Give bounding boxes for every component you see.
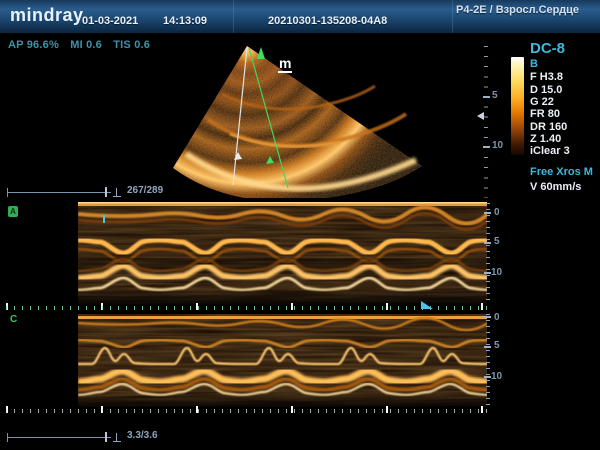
param-iclear: iClear 3 bbox=[530, 145, 570, 157]
m-mode-trace-1[interactable] bbox=[78, 202, 487, 310]
cine-track[interactable] bbox=[7, 192, 111, 193]
trace-1-depth-0: 0 bbox=[494, 207, 500, 218]
param-zoom: Z 1.40 bbox=[530, 133, 561, 145]
thermal-index: TIS 0.6 bbox=[113, 39, 150, 51]
probe-preset: P4-2E / Взросл.Сердце bbox=[456, 4, 579, 16]
trace-2-depth-ticks bbox=[486, 314, 490, 407]
cine-time-bar[interactable]: 3.3/3.6 bbox=[5, 429, 175, 443]
cine-frame-counter: 267/289 bbox=[127, 185, 163, 196]
active-cursor-icon[interactable] bbox=[257, 47, 265, 59]
titlebar-separator bbox=[452, 0, 453, 33]
depth-major-tick bbox=[483, 96, 490, 98]
trace-2-time-ruler-minor bbox=[6, 409, 487, 413]
depth-major-tick bbox=[484, 316, 491, 318]
param-framerate: FR 80 bbox=[530, 108, 560, 120]
cine-frame-bar[interactable]: 267/289 bbox=[5, 184, 175, 198]
cine-track[interactable] bbox=[7, 437, 111, 438]
sweep-speed: V 60mm/s bbox=[530, 181, 581, 193]
titlebar-separator bbox=[233, 0, 234, 33]
trace-1-depth-10: 10 bbox=[491, 267, 502, 278]
cine-end-marker-base bbox=[113, 441, 121, 442]
m-mode-trace-2-image bbox=[78, 314, 487, 407]
focus-position-icon[interactable] bbox=[477, 112, 484, 120]
trace-2-depth-10: 10 bbox=[491, 371, 502, 382]
mechanical-index: MI 0.6 bbox=[70, 39, 102, 51]
depth-major-tick bbox=[484, 272, 491, 274]
depth-major-tick bbox=[484, 212, 491, 214]
param-frequency: F H3.8 bbox=[530, 71, 563, 83]
param-gain: G 22 bbox=[530, 96, 554, 108]
depth-major-tick bbox=[484, 346, 491, 348]
depth-major-tick bbox=[484, 376, 491, 378]
acoustic-output-line: AP 96.6% MI 0.6 TIS 0.6 bbox=[8, 39, 158, 51]
exam-id: 20210301-135208-04A8 bbox=[268, 15, 387, 27]
param-depth: D 15.0 bbox=[530, 84, 562, 96]
trace-1-time-ruler-minor bbox=[6, 306, 487, 310]
b-mode-sector bbox=[170, 42, 428, 198]
b-depth-5: 5 bbox=[492, 90, 498, 101]
m-mode-trace-2[interactable] bbox=[78, 314, 487, 412]
cine-track-start bbox=[7, 433, 8, 442]
b-depth-10: 10 bbox=[492, 140, 503, 151]
trace-2-depth-5: 5 bbox=[494, 340, 500, 351]
trace-1-sweep-marker bbox=[103, 215, 105, 223]
title-bar: mindray 01-03-2021 14:13:09 20210301-135… bbox=[0, 0, 600, 34]
mode-b-label: B bbox=[530, 58, 538, 70]
exam-time: 14:13:09 bbox=[163, 15, 207, 27]
depth-major-tick bbox=[484, 242, 491, 244]
system-model: DC-8 bbox=[530, 40, 565, 57]
cine-track-start bbox=[7, 188, 8, 197]
trace-2-depth-0: 0 bbox=[494, 312, 500, 323]
acoustic-power: AP 96.6% bbox=[8, 39, 59, 51]
b-mode-image[interactable]: m bbox=[170, 42, 428, 198]
cine-position-marker[interactable] bbox=[105, 432, 107, 442]
grayscale-colormap-bar bbox=[511, 57, 524, 155]
mindray-logo: mindray bbox=[10, 5, 84, 26]
exam-date: 01-03-2021 bbox=[82, 15, 138, 27]
cine-end-marker-base bbox=[113, 196, 121, 197]
cine-time-counter: 3.3/3.6 bbox=[127, 430, 158, 441]
b-mode-depth-ruler bbox=[484, 46, 488, 198]
param-dynamicrange: DR 160 bbox=[530, 121, 567, 133]
trace-1-depth-5: 5 bbox=[494, 236, 500, 247]
depth-major-tick bbox=[483, 146, 490, 148]
m-line-c-marker[interactable]: C bbox=[10, 314, 17, 325]
m-mode-trace-1-image bbox=[78, 202, 487, 305]
cine-position-marker[interactable] bbox=[105, 187, 107, 197]
free-xros-m-label: Free Xros M bbox=[530, 166, 593, 178]
trace-1-depth-ticks bbox=[486, 203, 490, 302]
m-line-a-marker[interactable]: A bbox=[8, 206, 18, 217]
m-mode-cursor-icon[interactable]: m bbox=[278, 56, 292, 73]
